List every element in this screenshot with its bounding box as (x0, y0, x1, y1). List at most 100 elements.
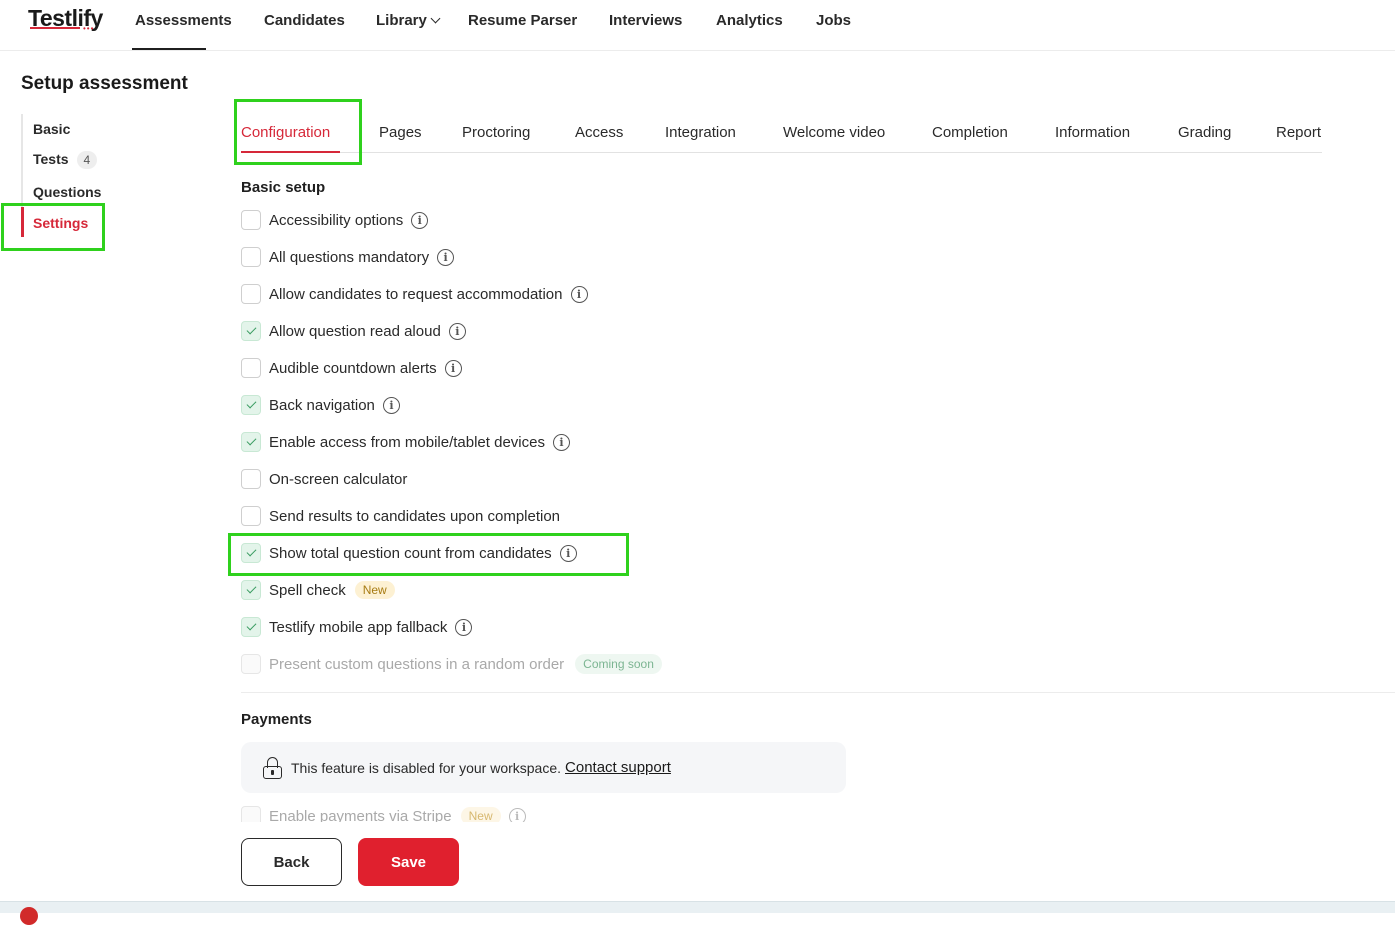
tab-information[interactable]: Information (1055, 124, 1130, 141)
tab-integration[interactable]: Integration (665, 124, 736, 141)
checkbox[interactable] (241, 469, 261, 489)
nav-analytics[interactable]: Analytics (716, 12, 783, 29)
option-label: Back navigation (269, 396, 375, 414)
info-icon[interactable]: i (437, 248, 455, 266)
sidebar-item-basic[interactable]: Basic (33, 121, 70, 137)
top-navigation: Testlify ••• Assessments Candidates Libr… (0, 0, 1395, 51)
check-icon (246, 435, 256, 446)
chat-widget-icon[interactable] (20, 907, 38, 925)
checkbox[interactable] (241, 506, 261, 526)
option-on-screen-calculator: On-screen calculator (241, 468, 407, 490)
new-badge: New (354, 581, 395, 599)
checkbox[interactable] (241, 284, 261, 304)
option-label: Audible countdown alerts (269, 359, 437, 377)
notice-text: This feature is disabled for your worksp… (291, 759, 562, 776)
nav-assessments[interactable]: Assessments (135, 12, 232, 29)
option-random-order: Present custom questions in a random ord… (241, 653, 662, 675)
section-divider (241, 692, 1395, 693)
payments-title: Payments (241, 711, 312, 728)
check-icon (246, 583, 256, 594)
save-button[interactable]: Save (358, 838, 459, 886)
checkbox-checked[interactable] (241, 617, 261, 637)
info-icon[interactable]: i (411, 211, 429, 229)
info-icon[interactable]: i (448, 322, 466, 340)
tab-proctoring[interactable]: Proctoring (462, 124, 530, 141)
info-icon[interactable]: i (455, 618, 473, 636)
contact-support-link[interactable]: Contact support (565, 759, 671, 776)
option-label: Allow candidates to request accommodatio… (269, 285, 563, 303)
tab-access[interactable]: Access (575, 124, 623, 141)
info-icon[interactable]: i (444, 359, 462, 377)
nav-jobs[interactable]: Jobs (816, 12, 851, 29)
option-audible-countdown-alerts: Audible countdown alerts i (241, 357, 462, 379)
option-label: Testlify mobile app fallback (269, 618, 448, 636)
checkbox-checked[interactable] (241, 395, 261, 415)
basic-setup-title: Basic setup (241, 179, 326, 196)
logo-dots: ••• (83, 24, 95, 33)
scroll-clipped-row: Enable payments via Stripe New i (0, 800, 1395, 822)
tab-completion[interactable]: Completion (932, 124, 1008, 141)
nav-active-indicator (132, 48, 206, 50)
bottom-bar (0, 901, 1395, 913)
checkbox-checked[interactable] (241, 580, 261, 600)
option-label: Present custom questions in a random ord… (269, 655, 565, 673)
option-label: Allow question read aloud (269, 322, 441, 340)
checkbox-checked[interactable] (241, 543, 261, 563)
option-stripe-payments: Enable payments via Stripe New i (241, 805, 526, 822)
option-mobile-app-fallback: Testlify mobile app fallback i (241, 616, 473, 638)
logo-underline (30, 27, 80, 29)
option-label: Send results to candidates upon completi… (269, 507, 561, 525)
option-label: Spell check (269, 581, 346, 599)
checkbox-checked[interactable] (241, 432, 261, 452)
option-label: Enable access from mobile/tablet devices (269, 433, 545, 451)
checkbox[interactable] (241, 247, 261, 267)
tab-report[interactable]: Report (1276, 124, 1321, 141)
nav-interviews[interactable]: Interviews (609, 12, 682, 29)
coming-soon-badge: Coming soon (575, 654, 662, 674)
option-all-questions-mandatory: All questions mandatory i (241, 246, 455, 268)
checkbox[interactable] (241, 210, 261, 230)
option-back-navigation: Back navigation i (241, 394, 400, 416)
check-icon (246, 324, 256, 335)
option-spell-check: Spell check New (241, 579, 395, 601)
checkbox-disabled (241, 806, 261, 822)
checkbox[interactable] (241, 358, 261, 378)
option-label: Show total question count from candidate… (269, 544, 552, 562)
checkbox-disabled (241, 654, 261, 674)
info-icon[interactable]: i (559, 544, 577, 562)
tab-configuration[interactable]: Configuration (241, 124, 330, 141)
sidebar-item-tests[interactable]: Tests 4 (33, 151, 98, 169)
sidebar-item-tests-label: Tests (33, 151, 69, 167)
checkbox-checked[interactable] (241, 321, 261, 341)
disabled-feature-notice: This feature is disabled for your worksp… (241, 742, 846, 793)
option-label: All questions mandatory (269, 248, 430, 266)
option-mobile-tablet-access: Enable access from mobile/tablet devices… (241, 431, 570, 453)
nav-library[interactable]: Library (376, 12, 441, 29)
tab-grading[interactable]: Grading (1178, 124, 1231, 141)
sidebar-active-indicator (21, 207, 24, 237)
tests-count-badge: 4 (76, 151, 98, 169)
tab-pages[interactable]: Pages (379, 124, 422, 141)
nav-candidates[interactable]: Candidates (264, 12, 345, 29)
option-show-question-count: Show total question count from candidate… (241, 542, 577, 564)
tab-welcome-video[interactable]: Welcome video (783, 124, 885, 141)
check-icon (246, 620, 256, 631)
info-icon[interactable]: i (552, 433, 570, 451)
nav-resume-parser[interactable]: Resume Parser (468, 12, 577, 29)
tabs-baseline (241, 152, 1322, 153)
page-title: Setup assessment (21, 73, 188, 94)
check-icon (246, 546, 256, 557)
info-icon[interactable]: i (382, 396, 400, 414)
nav-library-label: Library (376, 12, 427, 29)
info-icon[interactable]: i (570, 285, 588, 303)
option-label: Enable payments via Stripe (269, 807, 452, 823)
check-icon (246, 398, 256, 409)
sidebar-item-questions[interactable]: Questions (33, 184, 101, 200)
back-button[interactable]: Back (241, 838, 342, 886)
tab-active-indicator (241, 151, 340, 153)
info-icon: i (508, 807, 526, 822)
sidebar-item-settings[interactable]: Settings (33, 215, 88, 231)
option-question-read-aloud: Allow question read aloud i (241, 320, 466, 342)
chevron-down-icon (430, 13, 441, 24)
option-send-results: Send results to candidates upon completi… (241, 505, 560, 527)
